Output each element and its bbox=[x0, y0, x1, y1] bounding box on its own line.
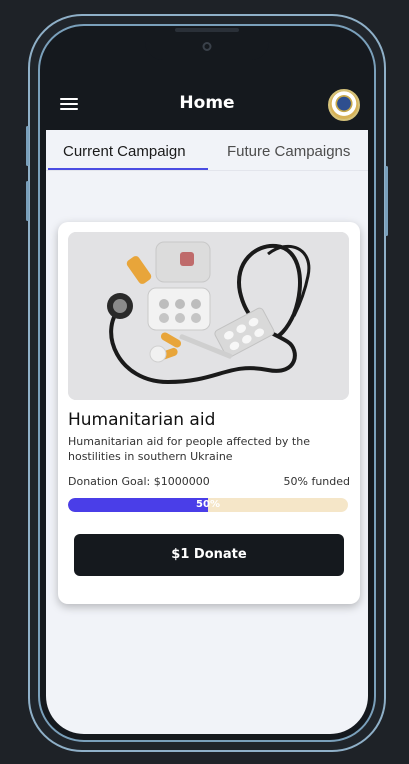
camera-icon bbox=[202, 42, 212, 51]
phone-bezel: Home Current Campaign Future Campaigns H… bbox=[38, 24, 376, 742]
donation-goal-text: Donation Goal: $1000000 bbox=[68, 475, 210, 488]
campaign-title: Humanitarian aid bbox=[68, 410, 216, 430]
app-bar: Home bbox=[46, 78, 368, 130]
phone-power-button bbox=[385, 166, 388, 236]
funded-percent-text: 50% funded bbox=[283, 475, 351, 488]
speaker-grill bbox=[175, 28, 239, 32]
phone-notch bbox=[145, 26, 269, 60]
phone-frame: Home Current Campaign Future Campaigns H… bbox=[26, 14, 388, 752]
campaign-description: Humanitarian aid for people affected by … bbox=[68, 435, 310, 463]
page-title: Home bbox=[179, 93, 235, 113]
campaign-tabs: Current Campaign Future Campaigns bbox=[46, 130, 368, 176]
tab-future-campaigns[interactable]: Future Campaigns bbox=[227, 143, 350, 160]
phone-side-button bbox=[26, 126, 29, 166]
active-tab-indicator bbox=[48, 168, 208, 170]
medical-supplies-photo bbox=[68, 232, 349, 400]
tab-divider bbox=[46, 170, 368, 171]
funding-progress-bar: 50% bbox=[68, 498, 348, 512]
medical-supplies-illustration bbox=[68, 232, 349, 400]
phone-side-button bbox=[26, 181, 29, 221]
donate-button[interactable]: $1 Donate bbox=[74, 534, 344, 576]
progress-label: 50% bbox=[196, 499, 220, 510]
campaign-card: Humanitarian aid Humanitarian aid for pe… bbox=[58, 222, 360, 604]
device-stage: Home Current Campaign Future Campaigns H… bbox=[0, 0, 409, 764]
tab-current-campaign[interactable]: Current Campaign bbox=[63, 143, 186, 160]
app-screen: Home Current Campaign Future Campaigns H… bbox=[46, 78, 368, 734]
profile-avatar[interactable] bbox=[328, 89, 360, 121]
